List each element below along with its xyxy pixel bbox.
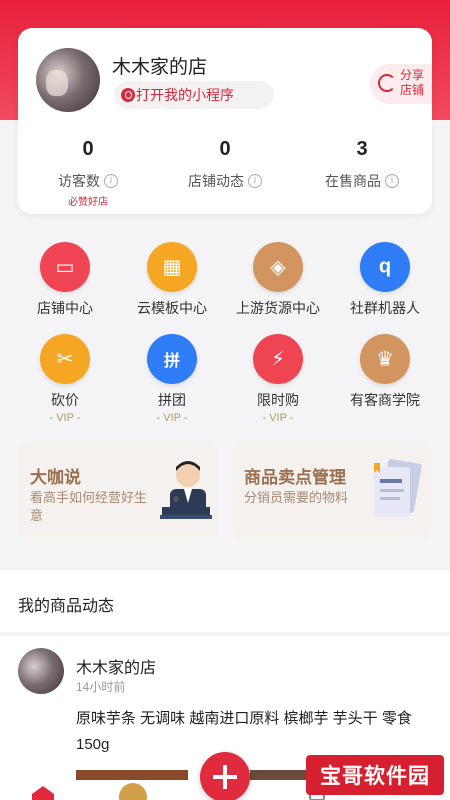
- section-my-product-updates: 我的商品动态: [0, 570, 450, 632]
- flash-sale-icon: ⚡: [253, 334, 303, 384]
- grid-item-label: 限时购: [257, 392, 299, 408]
- robot-icon: q: [360, 242, 410, 292]
- watermark-logo: 宝哥软件园: [306, 755, 444, 795]
- grid-item-store-center[interactable]: ▭ 店铺中心: [10, 242, 120, 318]
- share-store-label: 分享店铺: [400, 68, 425, 97]
- grid-item-group-buy[interactable]: 拼 拼团 - VIP -: [117, 334, 227, 424]
- stat-visitors[interactable]: 0 访客数 i 必赞好店: [28, 138, 148, 208]
- grid-item-template-center[interactable]: ▦ 云模板中心: [117, 242, 227, 318]
- grid-item-flash-sale[interactable]: ⚡ 限时购 - VIP -: [223, 334, 333, 424]
- crown-icon: ♛: [360, 334, 410, 384]
- feed-avatar[interactable]: [18, 648, 64, 694]
- share-store-button[interactable]: 分享店铺: [370, 64, 432, 104]
- vip-badge: - VIP -: [49, 412, 81, 424]
- grid-item-bargain[interactable]: ✂ 砍价 - VIP -: [10, 334, 120, 424]
- promo-expert-talk[interactable]: 大咖说 看高手如何经营好生意: [18, 443, 218, 539]
- grid-item-label: 有客商学院: [350, 392, 420, 408]
- grid-item-label: 砍价: [51, 392, 79, 408]
- section-title: 我的商品动态: [18, 598, 115, 615]
- info-icon[interactable]: i: [248, 174, 262, 188]
- stat-label: 在售商品: [325, 173, 381, 189]
- open-mini-program-button[interactable]: 打开我的小程序: [114, 81, 274, 109]
- promo-subtitle: 看高手如何经营好生意: [30, 490, 148, 523]
- stat-value: 0: [219, 138, 231, 160]
- grid-item-label: 拼团: [158, 392, 186, 408]
- stat-products-on-sale[interactable]: 3 在售商品 i: [302, 138, 422, 191]
- home-tab-icon[interactable]: [32, 786, 54, 800]
- info-icon[interactable]: i: [385, 174, 399, 188]
- grid-item-label: 店铺中心: [37, 300, 93, 316]
- store-avatar[interactable]: [36, 48, 100, 112]
- grid-item-label: 上游货源中心: [236, 300, 320, 316]
- store-card: 木木家的店 打开我的小程序 分享店铺 0 访客数 i 必赞好店 0 店铺动态 i 3…: [18, 28, 432, 214]
- vip-badge: - VIP -: [156, 412, 188, 424]
- promo-selling-points[interactable]: 商品卖点管理 分销员需要的物料: [232, 443, 432, 539]
- mini-program-icon: [121, 88, 135, 102]
- grid-item-academy[interactable]: ♛ 有客商学院: [330, 334, 440, 410]
- vip-badge: - VIP -: [262, 412, 294, 424]
- crown-tab-icon[interactable]: [118, 782, 148, 800]
- stat-store-activity[interactable]: 0 店铺动态 i: [165, 138, 285, 191]
- grid-item-community-robot[interactable]: q 社群机器人: [330, 242, 440, 318]
- grid-item-label: 云模板中心: [137, 300, 207, 316]
- feed-store-name: 木木家的店: [76, 660, 157, 677]
- info-icon[interactable]: i: [104, 174, 118, 188]
- stat-label: 店铺动态: [188, 173, 244, 189]
- grid-item-label: 社群机器人: [350, 300, 420, 316]
- store-name: 木木家的店: [112, 57, 208, 78]
- promo-subtitle: 分销员需要的物料: [244, 490, 349, 505]
- document-illustration-icon: [374, 458, 422, 517]
- box-icon: ◈: [253, 242, 303, 292]
- stat-value: 3: [356, 138, 368, 160]
- group-icon: 拼: [147, 334, 197, 384]
- store-icon: ▭: [40, 242, 90, 292]
- speaker-illustration-icon: [160, 461, 212, 519]
- feed-text: 原味芋条 无调味 越南进口原料 槟榔芋 芋头干 零食 150g: [76, 710, 412, 753]
- stat-value: 0: [82, 138, 94, 160]
- add-button[interactable]: [200, 752, 250, 800]
- promo-title: 大咖说: [30, 468, 81, 487]
- feed-time: 14小时前: [76, 680, 126, 694]
- open-mini-program-label: 打开我的小程序: [136, 87, 234, 103]
- stat-sub: 必赞好店: [68, 197, 108, 208]
- promo-title: 商品卖点管理: [244, 468, 346, 487]
- stat-label: 访客数: [58, 173, 100, 189]
- bargain-icon: ✂: [40, 334, 90, 384]
- share-icon: [378, 74, 396, 92]
- grid-item-supply-center[interactable]: ◈ 上游货源中心: [223, 242, 333, 318]
- template-icon: ▦: [147, 242, 197, 292]
